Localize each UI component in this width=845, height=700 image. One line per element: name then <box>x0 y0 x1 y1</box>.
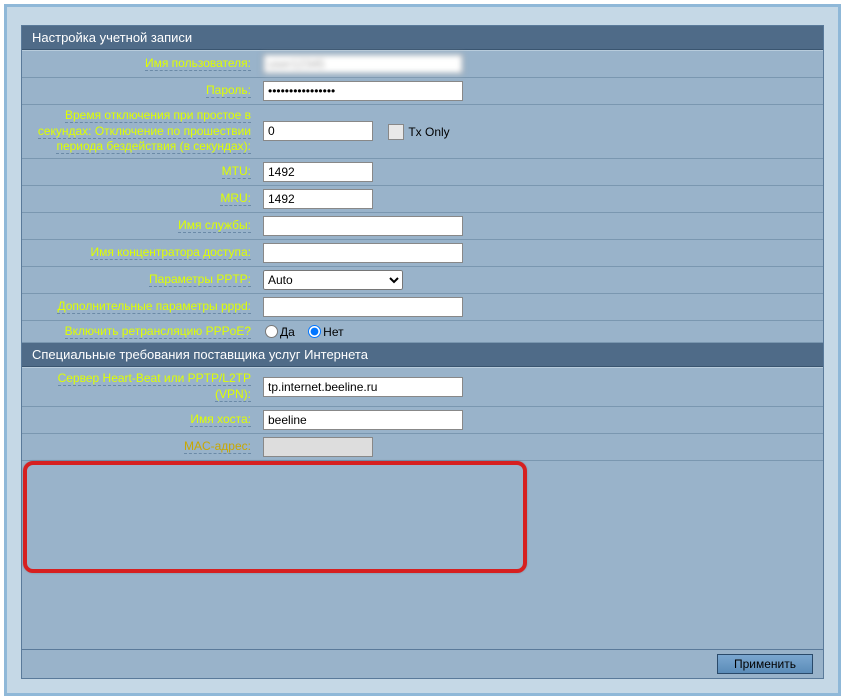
isp-form: Сервер Heart-Beat или PPTP/L2TP (VPN): И… <box>22 367 823 460</box>
input-username[interactable] <box>263 54 463 74</box>
input-ac-name[interactable] <box>263 243 463 263</box>
checkbox-txonly[interactable] <box>388 124 404 140</box>
account-form: Имя пользователя: Пароль: Время отключен… <box>22 50 823 343</box>
input-pppd-extra[interactable] <box>263 297 463 317</box>
label-idle-disconnect: Время отключения при простое в секундах:… <box>22 105 257 159</box>
label-heartbeat: Сервер Heart-Beat или PPTP/L2TP (VPN): <box>22 368 257 406</box>
label-pptp-params: Параметры PPTP: <box>22 266 257 293</box>
input-mru[interactable] <box>263 189 373 209</box>
input-mtu[interactable] <box>263 162 373 182</box>
label-service-name: Имя службы: <box>22 212 257 239</box>
label-username: Имя пользователя: <box>22 51 257 78</box>
label-pppd-extra: Дополнительные параметры pppd: <box>22 293 257 320</box>
label-password: Пароль: <box>22 78 257 105</box>
apply-button[interactable]: Применить <box>717 654 813 674</box>
label-mru: MRU: <box>22 185 257 212</box>
radio-relay-yes[interactable] <box>265 325 278 338</box>
input-hostname[interactable] <box>263 410 463 430</box>
label-mac-address: MAC-адрес: <box>22 433 257 460</box>
label-relay-no: Нет <box>323 325 343 339</box>
section-header-isp: Специальные требования поставщика услуг … <box>22 343 823 367</box>
label-txonly: Tx Only <box>408 125 449 139</box>
input-idle-seconds[interactable] <box>263 121 373 141</box>
footer-bar: Применить <box>22 649 823 678</box>
input-service-name[interactable] <box>263 216 463 236</box>
input-mac-address[interactable] <box>263 437 373 457</box>
radio-relay-no[interactable] <box>308 325 321 338</box>
label-hostname: Имя хоста: <box>22 406 257 433</box>
input-password[interactable] <box>263 81 463 101</box>
select-pptp[interactable]: Auto <box>263 270 403 290</box>
label-ac-name: Имя концентратора доступа: <box>22 239 257 266</box>
label-pppoe-relay: Включить ретрансляцию PPPoE? <box>22 320 257 343</box>
input-heartbeat-server[interactable] <box>263 377 463 397</box>
label-relay-yes: Да <box>280 325 295 339</box>
section-header-account: Настройка учетной записи <box>22 26 823 50</box>
label-mtu: MTU: <box>22 158 257 185</box>
